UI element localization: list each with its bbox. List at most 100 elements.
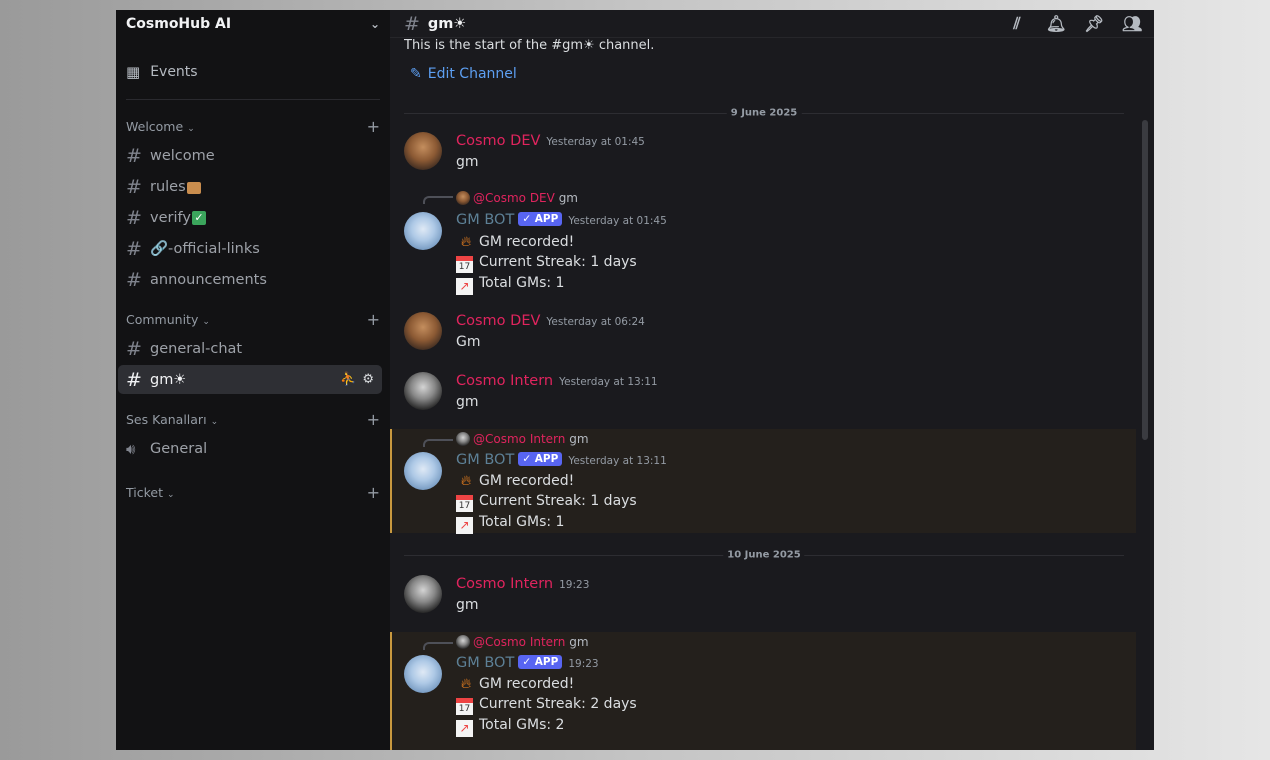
line: GM recorded! (479, 234, 575, 250)
channel-label: verify (150, 209, 191, 226)
reply-text: gm (558, 191, 578, 205)
author-name[interactable]: Cosmo Intern 19:23 (456, 576, 589, 592)
chart-icon: ↗ (456, 517, 473, 534)
pin-icon[interactable]: 📌︎ (1084, 14, 1104, 34)
reply-preview[interactable]: @Cosmo Intern gm (456, 635, 589, 649)
reply-connector (423, 439, 453, 447)
author-name[interactable]: Cosmo DEV Yesterday at 06:24 (456, 313, 645, 329)
author-label: Cosmo Intern (456, 373, 554, 389)
avatar (456, 432, 470, 446)
calendar-icon: 17 (456, 495, 473, 512)
message-highlighted[interactable]: @Cosmo Intern gm GM BOT ✓ APP 19:23 🔥︎ GM r… (390, 632, 1136, 750)
reply-mention: @Cosmo DEV (473, 191, 555, 205)
category-ses-kanallari[interactable]: Ses Kanalları ⌄ + (116, 408, 390, 430)
avatar[interactable] (404, 372, 442, 410)
reply-preview[interactable]: @Cosmo Intern gm (456, 432, 589, 446)
chevron-down-icon[interactable]: ⌄ (370, 17, 380, 31)
channel-title: gm☀ (427, 15, 467, 32)
author-name[interactable]: Cosmo Intern Yesterday at 13:11 (456, 373, 658, 389)
message-text: gm (456, 597, 479, 613)
message-body: 🔥︎ GM recorded! 17 Current Streak: 1 days … (456, 232, 637, 295)
hash-icon: # (126, 237, 142, 260)
add-channel-icon[interactable]: + (367, 410, 380, 429)
hash-icon: # (126, 144, 142, 167)
date-label: 9 June 2025 (726, 107, 802, 119)
members-icon[interactable]: 👥︎ (1122, 14, 1142, 34)
chart-icon: ↗ (456, 720, 473, 737)
timestamp: Yesterday at 06:24 (546, 316, 645, 328)
sidebar-item-verify[interactable]: # verify ✓ (118, 203, 382, 232)
channel-label: announcements (150, 271, 267, 288)
reply-text: gm (569, 635, 589, 649)
check-icon: ✓ (191, 210, 206, 225)
server-header[interactable]: CosmoHub AI ⌄ (116, 10, 390, 38)
line: GM recorded! (479, 473, 575, 489)
line: Total GMs: 1 (479, 514, 565, 530)
channel-label: general-chat (150, 340, 243, 357)
date-divider: 10 June 2025 (404, 549, 1124, 561)
message[interactable]: Cosmo Intern 19:23 gm (390, 571, 1136, 623)
pencil-icon: ✎ (410, 66, 422, 82)
reply-text: gm (569, 432, 589, 446)
timestamp: Yesterday at 01:45 (568, 215, 667, 227)
channel-label: General (150, 440, 208, 457)
add-channel-icon[interactable]: + (367, 483, 380, 502)
author-name[interactable]: GM BOT ✓ APP Yesterday at 13:11 (456, 452, 667, 468)
scrollbar[interactable] (1142, 120, 1148, 440)
sidebar-item-official-links[interactable]: # 🔗-official-links (118, 234, 382, 263)
author-name[interactable]: GM BOT ✓ APP 19:23 (456, 655, 599, 671)
avatar[interactable] (404, 132, 442, 170)
sidebar-item-rules[interactable]: # rules (118, 172, 382, 201)
category-ticket[interactable]: Ticket ⌄ + (116, 481, 390, 503)
message-highlighted[interactable]: @Cosmo Intern gm GM BOT ✓ APP Yesterday at… (390, 429, 1136, 534)
bot-avatar[interactable] (404, 212, 442, 250)
timestamp: Yesterday at 01:45 (546, 136, 645, 148)
channel-label: 🔗-official-links (150, 241, 260, 257)
category-welcome[interactable]: Welcome ⌄ + (116, 115, 390, 137)
app-badge: ✓ APP (518, 655, 563, 669)
bell-icon[interactable]: 🔔︎ (1046, 14, 1066, 34)
author-name[interactable]: GM BOT ✓ APP Yesterday at 01:45 (456, 212, 667, 228)
timestamp: 19:23 (568, 658, 599, 670)
channel-label: welcome (150, 147, 215, 164)
line: GM recorded! (479, 676, 575, 692)
bot-avatar[interactable] (404, 655, 442, 693)
reply-preview[interactable]: @Cosmo DEV gm (456, 191, 578, 205)
threads-icon[interactable]: ⫽ (1008, 14, 1026, 34)
badge-label: APP (534, 213, 559, 225)
message-text: Gm (456, 334, 481, 350)
calendar-icon: ▦ (126, 63, 141, 81)
category-community[interactable]: Community ⌄ + (116, 308, 390, 330)
sidebar-item-welcome[interactable]: # welcome (118, 141, 382, 170)
speaker-icon: 🔊︎ (126, 439, 136, 458)
sidebar-item-announcements[interactable]: # announcements (118, 265, 382, 294)
date-label: 10 June 2025 (723, 549, 805, 561)
add-channel-icon[interactable]: + (367, 117, 380, 136)
message[interactable]: Cosmo DEV Yesterday at 01:45 gm (390, 128, 1136, 176)
category-label: Ticket (126, 484, 163, 500)
message-body: 🔥︎ GM recorded! 17 Current Streak: 2 days … (456, 674, 637, 737)
sidebar-item-voice-general[interactable]: 🔊︎ General (118, 434, 382, 463)
line: Total GMs: 1 (479, 275, 565, 291)
message[interactable]: Cosmo Intern Yesterday at 13:11 gm (390, 368, 1136, 420)
discord-window: CosmoHub AI ⌄ ▦ Events Welcome ⌄ + # welc… (116, 10, 1154, 750)
reply-connector (423, 642, 453, 650)
bot-avatar[interactable] (404, 452, 442, 490)
message[interactable]: @Cosmo DEV gm GM BOT ✓ APP Yesterday at 01… (390, 186, 1136, 296)
author-label: GM BOT (456, 452, 515, 468)
add-channel-icon[interactable]: + (367, 310, 380, 329)
fire-icon: 🔥︎ (460, 473, 472, 489)
message[interactable]: Cosmo DEV Yesterday at 06:24 Gm (390, 308, 1136, 358)
reply-mention: @Cosmo Intern (473, 432, 566, 446)
avatar[interactable] (404, 312, 442, 350)
events-item[interactable]: ▦ Events (116, 57, 390, 87)
gear-icon[interactable]: ⚙ (362, 372, 374, 387)
avatar[interactable] (404, 575, 442, 613)
avatar (456, 635, 470, 649)
sidebar-item-gm[interactable]: # gm☀ ⛹ ⚙ (118, 365, 382, 394)
channel-label: rules (150, 178, 186, 195)
author-name[interactable]: Cosmo DEV Yesterday at 01:45 (456, 133, 645, 149)
sidebar-item-general-chat[interactable]: # general-chat (118, 334, 382, 363)
add-member-icon[interactable]: ⛹ (340, 372, 356, 387)
edit-channel-link[interactable]: ✎ Edit Channel (410, 66, 517, 82)
